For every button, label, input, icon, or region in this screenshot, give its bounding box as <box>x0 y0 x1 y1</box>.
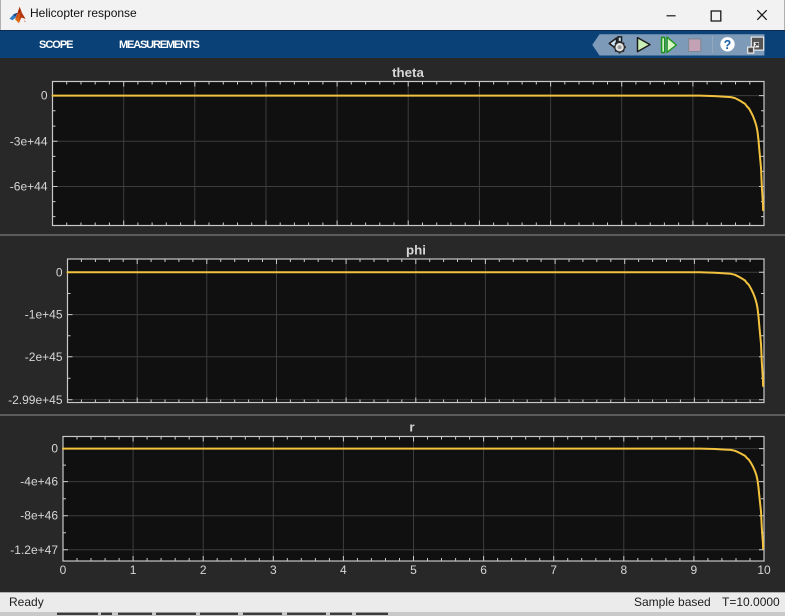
svg-text:?: ? <box>724 38 732 52</box>
svg-text:-8e+46: -8e+46 <box>20 509 58 523</box>
svg-text:0: 0 <box>51 442 58 456</box>
svg-text:-2e+45: -2e+45 <box>25 350 63 364</box>
svg-text:2: 2 <box>200 563 207 577</box>
svg-text:-1.2e+47: -1.2e+47 <box>10 543 58 557</box>
svg-text:10: 10 <box>757 563 771 577</box>
svg-text:4: 4 <box>340 563 347 577</box>
svg-text:3: 3 <box>270 563 277 577</box>
svg-text:-3e+44: -3e+44 <box>10 134 48 148</box>
svg-text:1: 1 <box>130 563 137 577</box>
svg-text:0: 0 <box>56 265 63 279</box>
svg-text:-2.99e+45: -2.99e+45 <box>8 393 63 407</box>
svg-text:-6e+44: -6e+44 <box>10 180 48 194</box>
svg-text:-1e+45: -1e+45 <box>25 308 63 322</box>
svg-text:7: 7 <box>550 563 557 577</box>
svg-text:theta: theta <box>392 65 424 80</box>
svg-text:phi: phi <box>406 242 426 257</box>
svg-text:8: 8 <box>620 563 627 577</box>
svg-text:r: r <box>409 420 414 435</box>
svg-text:0: 0 <box>41 89 48 103</box>
svg-text:5: 5 <box>410 563 417 577</box>
svg-text:6: 6 <box>480 563 487 577</box>
svg-text:0: 0 <box>60 563 67 577</box>
svg-text:9: 9 <box>691 563 698 577</box>
svg-text:-4e+46: -4e+46 <box>20 475 58 489</box>
